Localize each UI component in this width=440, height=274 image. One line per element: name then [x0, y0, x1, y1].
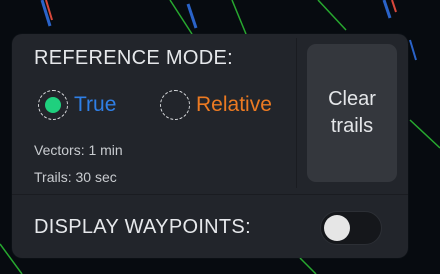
horizontal-divider: [12, 194, 408, 195]
display-waypoints-toggle[interactable]: [320, 211, 382, 245]
trails-setting-text: Trails: 30 sec: [34, 169, 117, 185]
reference-mode-title: REFERENCE MODE:: [34, 47, 233, 69]
clear-trails-label-line1: Clear: [328, 88, 376, 110]
radio-selected-icon[interactable]: [38, 90, 68, 120]
clear-trails-label-line2: trails: [330, 115, 374, 137]
radio-unselected-icon[interactable]: [160, 90, 190, 120]
reference-mode-relative-option[interactable]: Relative: [160, 88, 272, 122]
vertical-divider: [296, 38, 297, 188]
clear-trails-button[interactable]: Clear trails: [307, 44, 397, 182]
radio-dot: [45, 97, 61, 113]
reference-mode-relative-label[interactable]: Relative: [196, 93, 272, 117]
vectors-setting-text: Vectors: 1 min: [34, 142, 123, 158]
display-waypoints-label: DISPLAY WAYPOINTS:: [34, 216, 251, 238]
reference-mode-true-option[interactable]: True: [38, 88, 116, 122]
toggle-knob: [324, 215, 350, 241]
radar-view: REFERENCE MODE: True Relative Vectors: 1…: [0, 0, 440, 274]
reference-mode-true-label[interactable]: True: [74, 93, 116, 117]
radar-settings-panel: REFERENCE MODE: True Relative Vectors: 1…: [12, 34, 408, 258]
